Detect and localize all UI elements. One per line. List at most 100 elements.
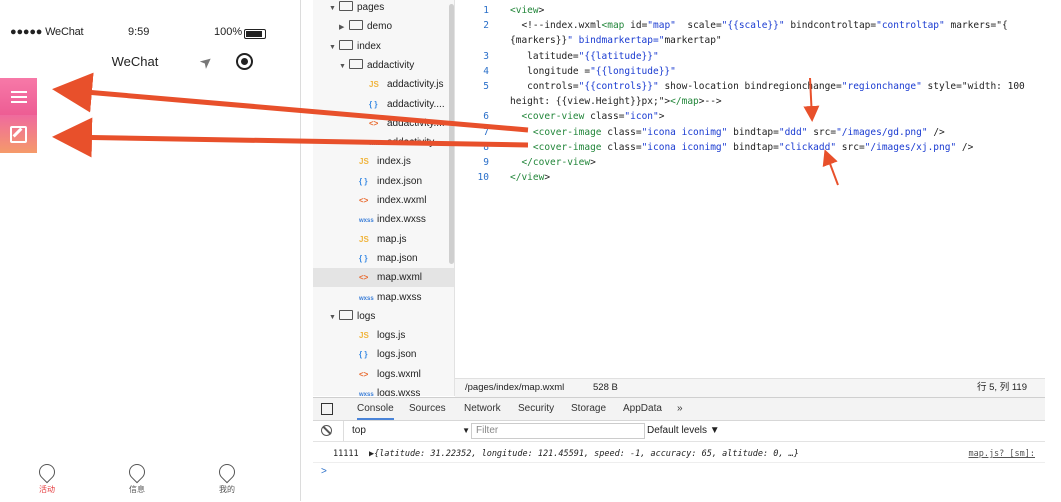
tree-item-label: addactivity.... (387, 117, 445, 129)
tree-file[interactable]: JS map.js (313, 230, 454, 249)
log-message: 11111 (333, 449, 359, 459)
code-text: longitude ="{{longitude}}" (510, 65, 676, 77)
line-number: 2 (483, 20, 489, 32)
line-number: 10 (477, 172, 489, 184)
folder-icon (339, 39, 353, 50)
tree-folder[interactable]: ▶ demo (313, 17, 454, 36)
js-file-icon: JS (369, 80, 379, 90)
tree-item-label: addactivity.... (387, 98, 445, 110)
log-source-link[interactable]: map.js? [sm]: (968, 446, 1035, 462)
tree-item-label: index.js (377, 156, 411, 168)
battery-icon (244, 29, 266, 39)
caret-icon: ▼ (329, 43, 336, 51)
tab-network[interactable]: Network (464, 398, 501, 420)
code-text: <cover-image class="icona iconimg" bindt… (532, 141, 974, 153)
tree-folder[interactable]: ▼ pages (313, 0, 454, 17)
tab-label: 信息 (129, 485, 145, 494)
json-file-icon: { } (359, 176, 368, 186)
tree-item-label: addactivity.js (387, 79, 444, 91)
edit-cover-button[interactable] (0, 115, 37, 153)
code-text: <cover-view class="icon"> (521, 111, 665, 123)
tree-file[interactable]: wxss logs.wxss (313, 384, 454, 396)
console-log-line: 11111 ▶{latitude: 31.22352, longitude: 1… (313, 446, 1045, 463)
location-pin-icon (35, 460, 59, 484)
tree-item-label: map.json (377, 252, 418, 264)
code-text: <cover-image class="icona iconimg" bindt… (532, 126, 945, 138)
file-path: /pages/index/map.wxml (465, 382, 565, 393)
tree-file[interactable]: wxss addactivity.... (313, 133, 454, 152)
tree-folder[interactable]: ▼ index (313, 37, 454, 56)
caret-icon: ▼ (339, 62, 346, 70)
code-text: controls="{{controls}}" show-location bi… (510, 81, 1025, 92)
wxml-file-icon: <> (359, 369, 369, 379)
inspect-icon[interactable] (321, 403, 333, 415)
tree-file[interactable]: wxss index.wxss (313, 210, 454, 229)
phone-simulator: ●●●●● WeChat 9:59 100% WeChat ➤ 活动 信息 我的 (0, 0, 301, 501)
wxml-file-icon: <> (369, 118, 379, 128)
tree-file[interactable]: JS addactivity.js (313, 75, 454, 94)
tree-item-label: map.wxml (377, 272, 423, 284)
list-cover-button[interactable] (0, 78, 37, 116)
context-select[interactable]: top ▼ (343, 421, 474, 441)
wxss-file-icon: wxss (359, 392, 374, 396)
tab-activity[interactable]: 活动 (17, 460, 77, 495)
tab-label: 我的 (219, 485, 235, 494)
tree-item-label: logs.wxss (377, 388, 421, 396)
filter-input[interactable]: Filter (471, 423, 645, 439)
status-bar: ●●●●● WeChat 9:59 100% (0, 26, 300, 42)
tree-folder[interactable]: ▼ addactivity (313, 56, 454, 75)
code-text: latitude="{{latitude}}" (510, 50, 659, 62)
tree-file[interactable]: <> index.wxml (313, 191, 454, 210)
tree-item-label: logs (357, 310, 376, 322)
cursor-position: 行 5, 列 119 (977, 382, 1027, 393)
wxml-file-icon: <> (359, 273, 369, 283)
tree-file[interactable]: { } addactivity.... (313, 95, 454, 114)
tree-file[interactable]: { } map.json (313, 249, 454, 268)
tab-sources[interactable]: Sources (409, 398, 446, 420)
tree-file[interactable]: <> logs.wxml (313, 365, 454, 384)
log-levels-select[interactable]: Default levels ▼ (647, 421, 720, 441)
tree-file[interactable]: { } index.json (313, 172, 454, 191)
file-tree-scrollbar[interactable] (449, 4, 454, 264)
js-file-icon: JS (359, 331, 369, 341)
tree-item-label: index.wxml (377, 195, 427, 206)
editor-status-bar: /pages/index/map.wxml 528 B 行 5, 列 119 (455, 378, 1045, 397)
tree-file[interactable]: <> addactivity.... (313, 114, 454, 133)
edit-icon (10, 125, 27, 143)
line-number: 5 (483, 81, 489, 92)
tree-folder[interactable]: ▼ logs (313, 307, 454, 326)
console-prompt[interactable]: > (321, 466, 327, 477)
code-text: </view> (510, 172, 551, 184)
devtools-tabs: Console Sources Network Security Storage… (313, 398, 1045, 421)
tab-storage[interactable]: Storage (571, 398, 606, 420)
battery-percent: 100% (214, 26, 243, 38)
code-editor[interactable]: 1 <view> 2 <!--index.wxml<map id="map" sca… (455, 0, 1045, 378)
tab-console[interactable]: Console (357, 398, 394, 420)
log-object[interactable]: ▶{latitude: 31.22352, longitude: 121.455… (369, 446, 799, 462)
tree-file[interactable]: JS logs.js (313, 326, 454, 345)
caret-icon: ▼ (329, 313, 336, 321)
tree-file[interactable]: { } logs.json (313, 345, 454, 364)
tab-mine[interactable]: 我的 (197, 460, 257, 495)
chevron-down-icon: ▼ (462, 426, 470, 435)
tree-file[interactable]: wxss map.wxss (313, 288, 454, 307)
wxss-file-icon: wxss (369, 141, 384, 148)
code-text: </cover-view> (521, 157, 596, 168)
console-toolbar: top ▼ Filter Default levels ▼ (313, 421, 1045, 442)
code-text: {markers}}" bindmarkertap="markertap" (510, 35, 722, 47)
tab-info[interactable]: 信息 (107, 460, 167, 495)
tree-file[interactable]: <> map.wxml (313, 268, 454, 288)
tree-item-label: index.json (377, 175, 423, 187)
json-file-icon: { } (369, 99, 378, 109)
tree-file[interactable]: JS index.js (313, 152, 454, 171)
more-tabs-button[interactable]: » (677, 398, 683, 420)
file-size: 528 B (593, 382, 618, 393)
line-number: 3 (483, 50, 489, 62)
tree-item-label: index (357, 40, 381, 52)
folder-icon (339, 309, 353, 320)
tab-security[interactable]: Security (518, 398, 554, 420)
clear-console-icon[interactable] (321, 425, 332, 436)
json-file-icon: { } (359, 253, 368, 263)
record-target-icon[interactable] (236, 53, 253, 70)
tab-appdata[interactable]: AppData (623, 398, 662, 420)
